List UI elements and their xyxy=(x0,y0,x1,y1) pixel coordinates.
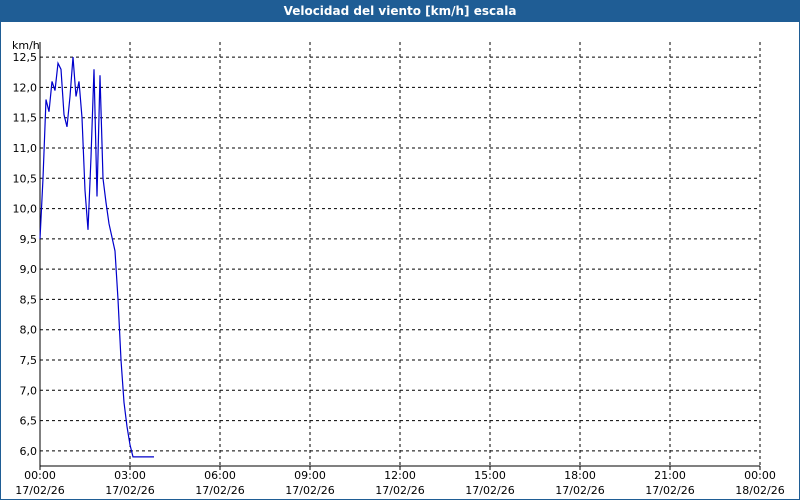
x-tick-date: 17/02/26 xyxy=(105,484,154,497)
y-ticks: 12,5 12,0 11,5 11,0 10,5 10,0 9,5 9,0 8,5 8,0 7,5 7… xyxy=(13,51,38,458)
x-tick-date: 18/02/26 xyxy=(735,484,784,497)
grid-lines xyxy=(40,42,760,466)
y-axis-label: km/h xyxy=(12,39,40,52)
x-tick-time: 06:00 xyxy=(204,469,236,482)
x-tick-date: 17/02/26 xyxy=(555,484,604,497)
y-tick-label: 7,0 xyxy=(20,384,38,397)
y-tick-label: 7,5 xyxy=(20,354,38,367)
series-line xyxy=(39,57,154,458)
x-tick-time: 00:00 xyxy=(24,469,56,482)
x-tick-time: 03:00 xyxy=(114,469,146,482)
y-tick-label: 9,0 xyxy=(20,263,38,276)
y-tick-label: 11,0 xyxy=(13,142,38,155)
x-tick-time: 15:00 xyxy=(474,469,506,482)
chart-plot: km/h 12,5 12,0 11,5 11,0 10,5 10,0 9,5 9,0 8,5 8,… xyxy=(12,39,785,497)
y-tick-label: 8,0 xyxy=(20,324,38,337)
y-tick-label: 12,0 xyxy=(13,81,38,94)
x-tick-time: 18:00 xyxy=(564,469,596,482)
x-tick-time: 09:00 xyxy=(294,469,326,482)
y-tick-label: 6,5 xyxy=(20,415,38,428)
y-tick-label: 9,5 xyxy=(20,233,38,246)
series-layer xyxy=(39,57,154,458)
x-tick-date: 17/02/26 xyxy=(15,484,64,497)
x-tick-time: 12:00 xyxy=(384,469,416,482)
x-tick-date: 17/02/26 xyxy=(375,484,424,497)
y-tick-label: 8,5 xyxy=(20,293,38,306)
y-tick-label: 10,5 xyxy=(13,172,38,185)
x-tick-date: 17/02/26 xyxy=(285,484,334,497)
axes xyxy=(39,42,761,470)
x-ticks: 00:00 17/02/26 03:00 17/02/26 06:00 17/02/26 0… xyxy=(15,469,784,497)
x-tick-time: 00:00 xyxy=(744,469,776,482)
x-tick-date: 17/02/26 xyxy=(645,484,694,497)
x-tick-date: 17/02/26 xyxy=(465,484,514,497)
x-tick-time: 21:00 xyxy=(654,469,686,482)
y-tick-label: 10,0 xyxy=(13,203,38,216)
y-tick-label: 12,5 xyxy=(13,51,38,64)
x-tick-date: 17/02/26 xyxy=(195,484,244,497)
y-tick-label: 6,0 xyxy=(20,445,38,458)
y-tick-label: 11,5 xyxy=(13,112,38,125)
